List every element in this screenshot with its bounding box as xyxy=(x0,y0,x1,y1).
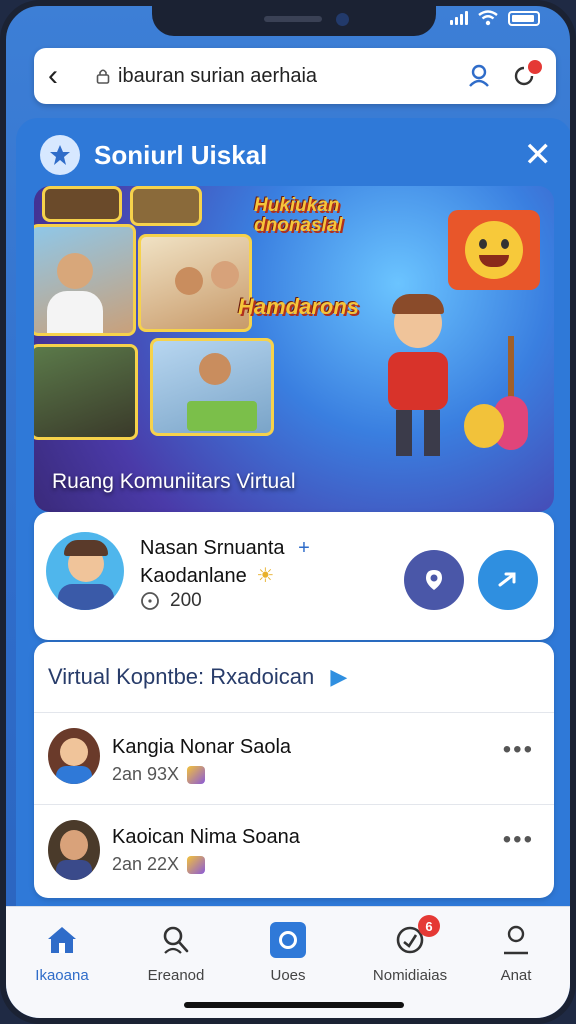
tab-create[interactable]: Uoes xyxy=(238,921,338,984)
person-body xyxy=(47,291,103,333)
person-face xyxy=(57,253,93,289)
url-text[interactable]: ibauran surian aerhaia xyxy=(118,65,454,88)
profile-name: Nasan Srnuanta + Kaodanlane ☀ xyxy=(140,534,310,590)
tab-profile[interactable]: Anat xyxy=(466,921,566,984)
person-face xyxy=(175,267,203,295)
play-triangle-icon: ▶ xyxy=(330,664,348,689)
panel-header: Soniurl Uiskal ✕ xyxy=(40,134,552,176)
sun-emoji-icon: ☀ xyxy=(256,565,275,587)
more-options-icon[interactable]: ••• xyxy=(503,826,534,854)
tab-label: Ikaoana xyxy=(35,967,89,984)
share-arrow-icon xyxy=(498,572,516,587)
list-heading[interactable]: Virtual Kopntbe: Rxadoican ▶ xyxy=(48,664,347,690)
status-bar-icons xyxy=(450,10,540,26)
hero-banner[interactable]: Hukiukan dnonaslal Hamdarons Ruang Komun… xyxy=(34,186,554,512)
row-avatar xyxy=(48,820,100,880)
speaker xyxy=(264,16,322,22)
bottom-tab-bar: Ikaoana Ereanod Uoes 6 Nomidiaias Anat xyxy=(6,906,570,1018)
tab-label: Uoes xyxy=(270,967,306,984)
tab-home[interactable]: Ikaoana xyxy=(12,921,112,984)
video-tile xyxy=(150,338,274,436)
battery-icon xyxy=(508,10,540,26)
app-logo-icon xyxy=(40,135,80,175)
tab-label: Nomidiaias xyxy=(372,967,448,984)
row-sub: 2an 22X xyxy=(112,854,206,875)
notification-badge: 6 xyxy=(418,915,440,937)
more-options-icon[interactable]: ••• xyxy=(503,736,534,764)
signal-icon xyxy=(450,11,468,25)
profile-card[interactable]: Nasan Srnuanta + Kaodanlane ☀ 200 xyxy=(34,512,554,640)
notification-refresh-icon[interactable] xyxy=(506,58,542,94)
hero-badge-top: Hukiukan dnonaslal xyxy=(254,195,343,236)
lock-icon xyxy=(96,69,110,84)
profile-count: 200 xyxy=(140,590,202,612)
home-indicator[interactable] xyxy=(184,1002,404,1008)
back-arrow-icon[interactable]: ‹ xyxy=(48,61,82,91)
profile-icon xyxy=(466,921,566,959)
divider xyxy=(34,712,554,713)
community-list-card: Virtual Kopntbe: Rxadoican ▶ Kangia Nona… xyxy=(34,642,554,898)
share-button[interactable] xyxy=(478,550,538,610)
smiley-sign-icon xyxy=(448,210,540,290)
main-panel: Soniurl Uiskal ✕ Hukiukan dnonaslal Hamd… xyxy=(16,118,570,918)
cube-icon xyxy=(187,765,206,784)
user-search-icon[interactable] xyxy=(462,58,498,94)
row-name: Kangia Nonar Saola xyxy=(112,736,292,758)
add-icon[interactable]: + xyxy=(298,537,310,559)
home-icon xyxy=(12,921,112,959)
close-icon[interactable]: ✕ xyxy=(524,138,553,172)
comment-icon xyxy=(141,592,159,610)
profile-avatar[interactable] xyxy=(46,532,124,610)
camera xyxy=(336,13,349,26)
count-value: 200 xyxy=(170,590,202,611)
create-square-icon xyxy=(238,921,338,959)
cube-icon xyxy=(187,855,206,874)
video-tile xyxy=(138,234,252,332)
address-bar: ‹ ibauran surian aerhaia xyxy=(34,48,556,104)
notch xyxy=(152,6,436,36)
phone-frame: ‹ ibauran surian aerhaia Soniurl Uiskal … xyxy=(0,0,576,1024)
row-avatar xyxy=(48,728,100,784)
search-people-icon xyxy=(126,921,226,959)
row-sub: 2an 93X xyxy=(112,764,206,785)
person-face xyxy=(199,353,231,385)
video-tile xyxy=(34,344,138,440)
profile-name-line2: Kaodanlane xyxy=(140,565,247,587)
hero-caption: Ruang Komuniitars Virtual xyxy=(52,470,296,493)
hero-badge-mid: Hamdarons xyxy=(238,294,360,319)
notification-icon: 6 xyxy=(360,915,460,959)
red-dot xyxy=(528,60,542,74)
tab-notifications[interactable]: 6 Nomidiaias xyxy=(360,915,460,984)
tab-label: Anat xyxy=(500,967,532,984)
video-tile xyxy=(42,186,122,222)
row-name: Kaoican Nima Soana xyxy=(112,826,300,848)
person-face xyxy=(211,261,239,289)
cartoon-character xyxy=(374,294,464,464)
tab-label: Ereanod xyxy=(147,967,205,984)
user-pin-icon xyxy=(426,570,442,590)
panel-title: Soniurl Uiskal xyxy=(94,139,268,170)
laptop xyxy=(187,401,257,431)
mascot-icon xyxy=(464,404,504,448)
video-tile xyxy=(34,224,136,336)
profile-name-line1: Nasan Srnuanta xyxy=(140,537,285,559)
video-tile xyxy=(130,186,202,226)
divider xyxy=(34,804,554,805)
wifi-icon xyxy=(478,10,498,26)
profile-action-button[interactable] xyxy=(404,550,464,610)
tab-search[interactable]: Ereanod xyxy=(126,921,226,984)
